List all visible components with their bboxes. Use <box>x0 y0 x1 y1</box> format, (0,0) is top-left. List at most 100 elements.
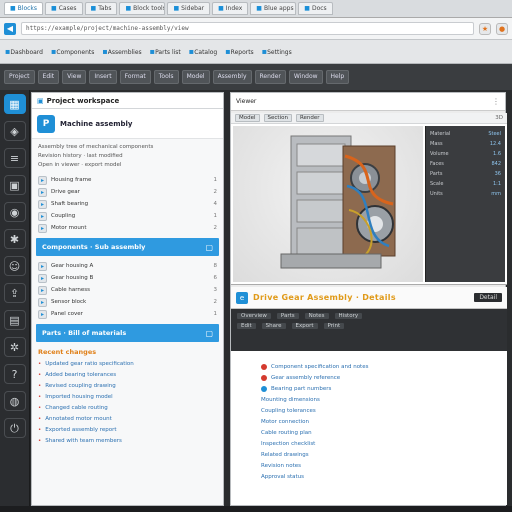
user-icon[interactable]: ◍ <box>3 391 26 411</box>
browser-tab[interactable]: ■ Index <box>212 2 249 15</box>
browser-tab[interactable]: ■ Blocks <box>4 2 44 15</box>
back-button[interactable]: ◀ <box>4 22 16 35</box>
list-item[interactable]: ▸ Housing frame 1 <box>32 174 223 186</box>
toolbar-button[interactable]: Project <box>4 70 35 84</box>
toolbar-button[interactable]: Model <box>181 70 210 84</box>
toolbar-chip[interactable]: Edit <box>237 323 256 329</box>
document-line[interactable]: Revision notes <box>261 460 493 471</box>
bookmark-item[interactable]: ▪Assemblies <box>102 47 141 56</box>
list-item[interactable]: ▸ Shaft bearing 4 <box>32 198 223 210</box>
browser-tab[interactable]: ■ Tabs <box>84 2 118 15</box>
users-icon[interactable]: ☺ <box>3 256 26 276</box>
property-value: 12.4 <box>489 141 501 147</box>
document-line[interactable]: Mounting dimensions <box>261 394 493 405</box>
viewer-tab[interactable]: Section <box>263 114 292 122</box>
toolbar-chip[interactable]: Print <box>323 323 345 329</box>
toolbar-chip[interactable]: Overview <box>237 313 271 319</box>
section-header-parts[interactable]: Parts · Bill of materials ▢ <box>36 324 219 342</box>
document-link: Motor connection <box>261 418 309 425</box>
bookmark-item[interactable]: ▪Settings <box>262 47 292 56</box>
change-log-link[interactable]: • Imported housing model <box>38 391 217 402</box>
toolbar-button[interactable]: Tools <box>153 70 179 84</box>
logout-icon[interactable]: ⏻ <box>3 418 26 438</box>
expand-icon[interactable]: ▢ <box>205 243 213 252</box>
bookmark-item[interactable]: ▪Components <box>51 47 94 56</box>
3d-model-canvas[interactable] <box>233 126 423 282</box>
list-item[interactable]: ▸ Gear housing A 8 <box>32 260 223 272</box>
bookmark-star-icon[interactable]: ★ <box>479 22 491 35</box>
change-log-link[interactable]: • Exported assembly report <box>38 424 217 435</box>
document-line[interactable]: Coupling tolerances <box>261 405 493 416</box>
more-icon[interactable]: ⋮ <box>492 97 500 106</box>
browser-tab[interactable]: ■ Sidebar <box>167 2 211 15</box>
project-card[interactable]: P Machine assembly <box>32 109 223 139</box>
toolbar-chip[interactable]: Notes <box>304 313 329 319</box>
toolbar-button[interactable]: View <box>62 70 87 84</box>
expand-icon[interactable]: ▢ <box>205 329 213 338</box>
gear-icon[interactable]: ✲ <box>3 337 26 357</box>
cube-icon[interactable]: ◈ <box>3 121 26 141</box>
change-log-link[interactable]: • Revised coupling drawing <box>38 380 217 391</box>
share-icon[interactable]: ⇪ <box>3 283 26 303</box>
property-value: mm <box>491 191 501 197</box>
url-input[interactable]: https://example/project/machine-assembly… <box>21 22 474 35</box>
toolbar-chip[interactable]: Export <box>291 323 318 329</box>
chart-icon[interactable]: ▤ <box>3 310 26 330</box>
bookmark-item[interactable]: ▪Reports <box>225 47 253 56</box>
toolbar-button[interactable]: Insert <box>89 70 117 84</box>
bookmark-label: Settings <box>267 49 292 56</box>
tab-favicon-icon: ■ <box>304 5 310 12</box>
change-log-link[interactable]: • Annotated motor mount <box>38 413 217 424</box>
change-log-link[interactable]: • Shared with team members <box>38 435 217 446</box>
toolbar-button[interactable]: Help <box>325 70 350 84</box>
item-count: 8 <box>213 263 218 269</box>
browser-tab[interactable]: ■ Block tools <box>119 2 166 15</box>
list-item[interactable]: ▸ Motor mount 2 <box>32 222 223 234</box>
link-text: Imported housing model <box>45 393 113 400</box>
detail-badge[interactable]: Detail <box>474 293 502 302</box>
document-line[interactable]: Motor connection <box>261 416 493 427</box>
viewer-tab[interactable]: Render <box>295 114 324 122</box>
part-icon: ▸ <box>38 211 47 221</box>
layers-icon[interactable]: ≡ <box>3 148 26 168</box>
document-line[interactable]: Cable routing plan <box>261 427 493 438</box>
toolbar-button[interactable]: Render <box>254 70 286 84</box>
folder-icon[interactable]: ▣ <box>3 175 26 195</box>
list-item[interactable]: ▸ Coupling 1 <box>32 210 223 222</box>
help-icon[interactable]: ? <box>3 364 26 384</box>
change-log-link[interactable]: • Changed cable routing <box>38 402 217 413</box>
browser-tab[interactable]: ■ Docs <box>298 2 333 15</box>
browser-tab[interactable]: ■ Cases <box>45 2 83 15</box>
bookmark-item[interactable]: ▪Dashboard <box>5 47 43 56</box>
bookmark-item[interactable]: ▪Parts list <box>150 47 181 56</box>
toolbar-button[interactable]: Edit <box>37 70 60 84</box>
viewer-tab[interactable]: Model <box>235 114 260 122</box>
list-item[interactable]: ▸ Gear housing B 6 <box>32 272 223 284</box>
browser-tab[interactable]: ■ Blue apps <box>250 2 297 15</box>
section-header-components[interactable]: Components · Sub assembly ▢ <box>36 238 219 256</box>
toolbar-button[interactable]: Format <box>119 70 151 84</box>
list-item[interactable]: ▸ Cable harness 3 <box>32 284 223 296</box>
bullet-icon: • <box>38 437 42 444</box>
document-line[interactable]: Related drawings <box>261 449 493 460</box>
document-line[interactable]: Component specification and notes <box>261 361 493 372</box>
toolbar-chip[interactable]: Parts <box>276 313 299 319</box>
document-line[interactable]: Inspection checklist <box>261 438 493 449</box>
list-item[interactable]: ▸ Panel cover 1 <box>32 308 223 320</box>
document-line[interactable]: Approval status <box>261 471 493 482</box>
toolbar-button[interactable]: Window <box>288 70 323 84</box>
settings-icon[interactable]: ✱ <box>3 229 26 249</box>
toolbar-chip[interactable]: Share <box>261 323 286 329</box>
change-log-link[interactable]: • Added bearing tolerances <box>38 369 217 380</box>
bookmark-item[interactable]: ▪Catalog <box>189 47 217 56</box>
document-line[interactable]: Bearing part numbers <box>261 383 493 394</box>
list-item[interactable]: ▸ Drive gear 2 <box>32 186 223 198</box>
toolbar-chip[interactable]: History <box>334 313 363 319</box>
document-line[interactable]: Gear assembly reference <box>261 372 493 383</box>
extension-icon[interactable]: ● <box>496 22 508 35</box>
toolbar-button[interactable]: Assembly <box>212 70 252 84</box>
list-item[interactable]: ▸ Sensor block 2 <box>32 296 223 308</box>
grid-icon[interactable]: ▦ <box>3 94 26 114</box>
change-log-link[interactable]: • Updated gear ratio specification <box>38 358 217 369</box>
camera-icon[interactable]: ◉ <box>3 202 26 222</box>
